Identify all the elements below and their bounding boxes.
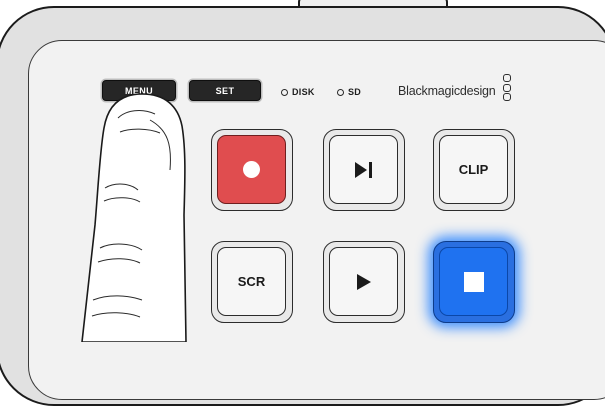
set-button[interactable]: SET — [189, 80, 261, 101]
disk-indicator: DISK — [281, 87, 315, 97]
stop-icon — [463, 271, 484, 292]
stop-button[interactable] — [433, 241, 515, 323]
sd-indicator: SD — [337, 87, 361, 97]
sd-led-icon — [337, 88, 344, 96]
menu-button-label: MENU — [124, 85, 154, 96]
scr-button[interactable]: SCR — [211, 241, 293, 323]
clip-button-label: CLIP — [458, 162, 489, 177]
device-illustration: MENU SET DISK SD Blackmagicdesign CLIP S… — [0, 0, 605, 406]
clip-button[interactable]: CLIP — [433, 129, 515, 211]
disk-indicator-label: DISK — [292, 87, 315, 97]
record-icon — [243, 161, 260, 178]
record-button[interactable] — [211, 129, 293, 211]
skip-next-icon — [354, 161, 372, 178]
scr-button-label: SCR — [237, 274, 266, 289]
set-button-label: SET — [215, 85, 235, 96]
play-icon — [356, 273, 371, 290]
sd-indicator-label: SD — [348, 87, 362, 97]
skip-next-button[interactable] — [323, 129, 405, 211]
menu-button[interactable]: MENU — [102, 80, 176, 101]
brand-logo-icon — [503, 74, 512, 103]
brand-logo-text: Blackmagicdesign — [398, 84, 496, 98]
play-button[interactable] — [323, 241, 405, 323]
disk-led-icon — [281, 88, 288, 96]
